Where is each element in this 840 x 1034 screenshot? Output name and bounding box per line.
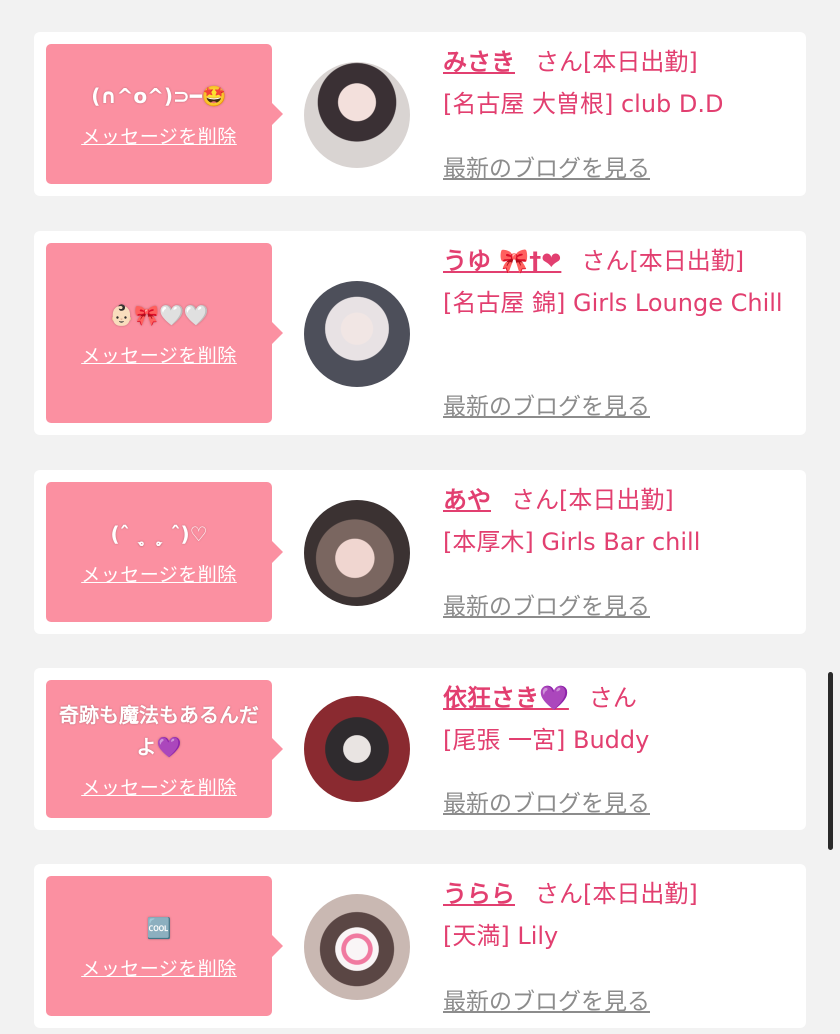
honorific: さん — [535, 48, 583, 76]
favorite-card: (ˆ ˎ̥ ˏ̥ ˆ)♡ メッセージを削除 あや さん[本日出勤] [本厚木] G… — [34, 470, 806, 634]
honorific: さん — [511, 486, 559, 514]
message-bubble: 👶🏻🎀🤍🤍 メッセージを削除 — [46, 243, 283, 423]
message-bubble: 🆒 メッセージを削除 — [46, 876, 283, 1016]
message-bubble: 奇跡も魔法もあるんだよ💜 メッセージを削除 — [46, 680, 283, 818]
cast-name-link[interactable]: あや — [443, 486, 491, 514]
store-name: [天満] Lily — [443, 922, 559, 950]
delete-message-link[interactable]: メッセージを削除 — [81, 341, 237, 368]
store-name: [尾張 一宮] Buddy — [443, 726, 650, 754]
cast-name-link[interactable]: みさき — [443, 48, 515, 76]
attendance-status: [本日出勤] — [583, 880, 698, 908]
message-text: 👶🏻🎀🤍🤍 — [109, 302, 209, 327]
latest-blog-link[interactable]: 最新のブログを見る — [443, 784, 650, 818]
latest-blog-link[interactable]: 最新のブログを見る — [443, 587, 650, 621]
latest-blog-link[interactable]: 最新のブログを見る — [443, 149, 650, 183]
honorific: さん — [588, 684, 637, 712]
store-name: [本厚木] Girls Bar chill — [443, 528, 701, 556]
avatar[interactable] — [304, 696, 410, 802]
avatar[interactable] — [304, 500, 410, 606]
latest-blog-link[interactable]: 最新のブログを見る — [443, 387, 650, 421]
favorite-card: (∩^o^)⊃━🤩 メッセージを削除 みさき さん[本日出勤] [名古屋 大曽根]… — [34, 32, 806, 196]
message-text: 🆒 — [146, 915, 172, 940]
delete-message-link[interactable]: メッセージを削除 — [81, 954, 237, 981]
attendance-status: [本日出勤] — [583, 48, 698, 76]
message-bubble: (ˆ ˎ̥ ˏ̥ ˆ)♡ メッセージを削除 — [46, 482, 283, 622]
favorite-card: 🆒 メッセージを削除 うらら さん[本日出勤] [天満] Lily 最新のブログを… — [34, 864, 806, 1028]
honorific: さん — [581, 247, 630, 275]
honorific: さん — [535, 880, 583, 908]
message-bubble: (∩^o^)⊃━🤩 メッセージを削除 — [46, 44, 283, 184]
cast-name-link[interactable]: うゆ 🎀†❤ — [443, 247, 561, 275]
store-name: [名古屋 錦] Girls Lounge Chill — [443, 289, 783, 317]
cast-name-link[interactable]: うらら — [443, 880, 515, 908]
avatar[interactable] — [304, 62, 410, 168]
message-text: (ˆ ˎ̥ ˏ̥ ˆ)♡ — [110, 521, 208, 546]
store-name: [名古屋 大曽根] club D.D — [443, 90, 724, 118]
attendance-status: [本日出勤] — [629, 247, 745, 275]
delete-message-link[interactable]: メッセージを削除 — [81, 560, 237, 587]
favorite-card: 👶🏻🎀🤍🤍 メッセージを削除 うゆ 🎀†❤ さん[本日出勤] [名古屋 錦] Gi… — [34, 231, 806, 435]
scrollbar[interactable] — [828, 672, 833, 850]
favorite-card: 奇跡も魔法もあるんだよ💜 メッセージを削除 依狂さき💜 さん [尾張 一宮] Bu… — [34, 668, 806, 830]
latest-blog-link[interactable]: 最新のブログを見る — [443, 982, 650, 1016]
avatar[interactable] — [304, 281, 410, 387]
message-text: 奇跡も魔法もあるんだよ💜 — [59, 702, 259, 759]
avatar[interactable] — [304, 894, 410, 1000]
delete-message-link[interactable]: メッセージを削除 — [81, 773, 237, 800]
delete-message-link[interactable]: メッセージを削除 — [81, 122, 237, 149]
message-text: (∩^o^)⊃━🤩 — [91, 83, 227, 108]
attendance-status: [本日出勤] — [559, 486, 674, 514]
cast-name-link[interactable]: 依狂さき💜 — [443, 684, 569, 712]
